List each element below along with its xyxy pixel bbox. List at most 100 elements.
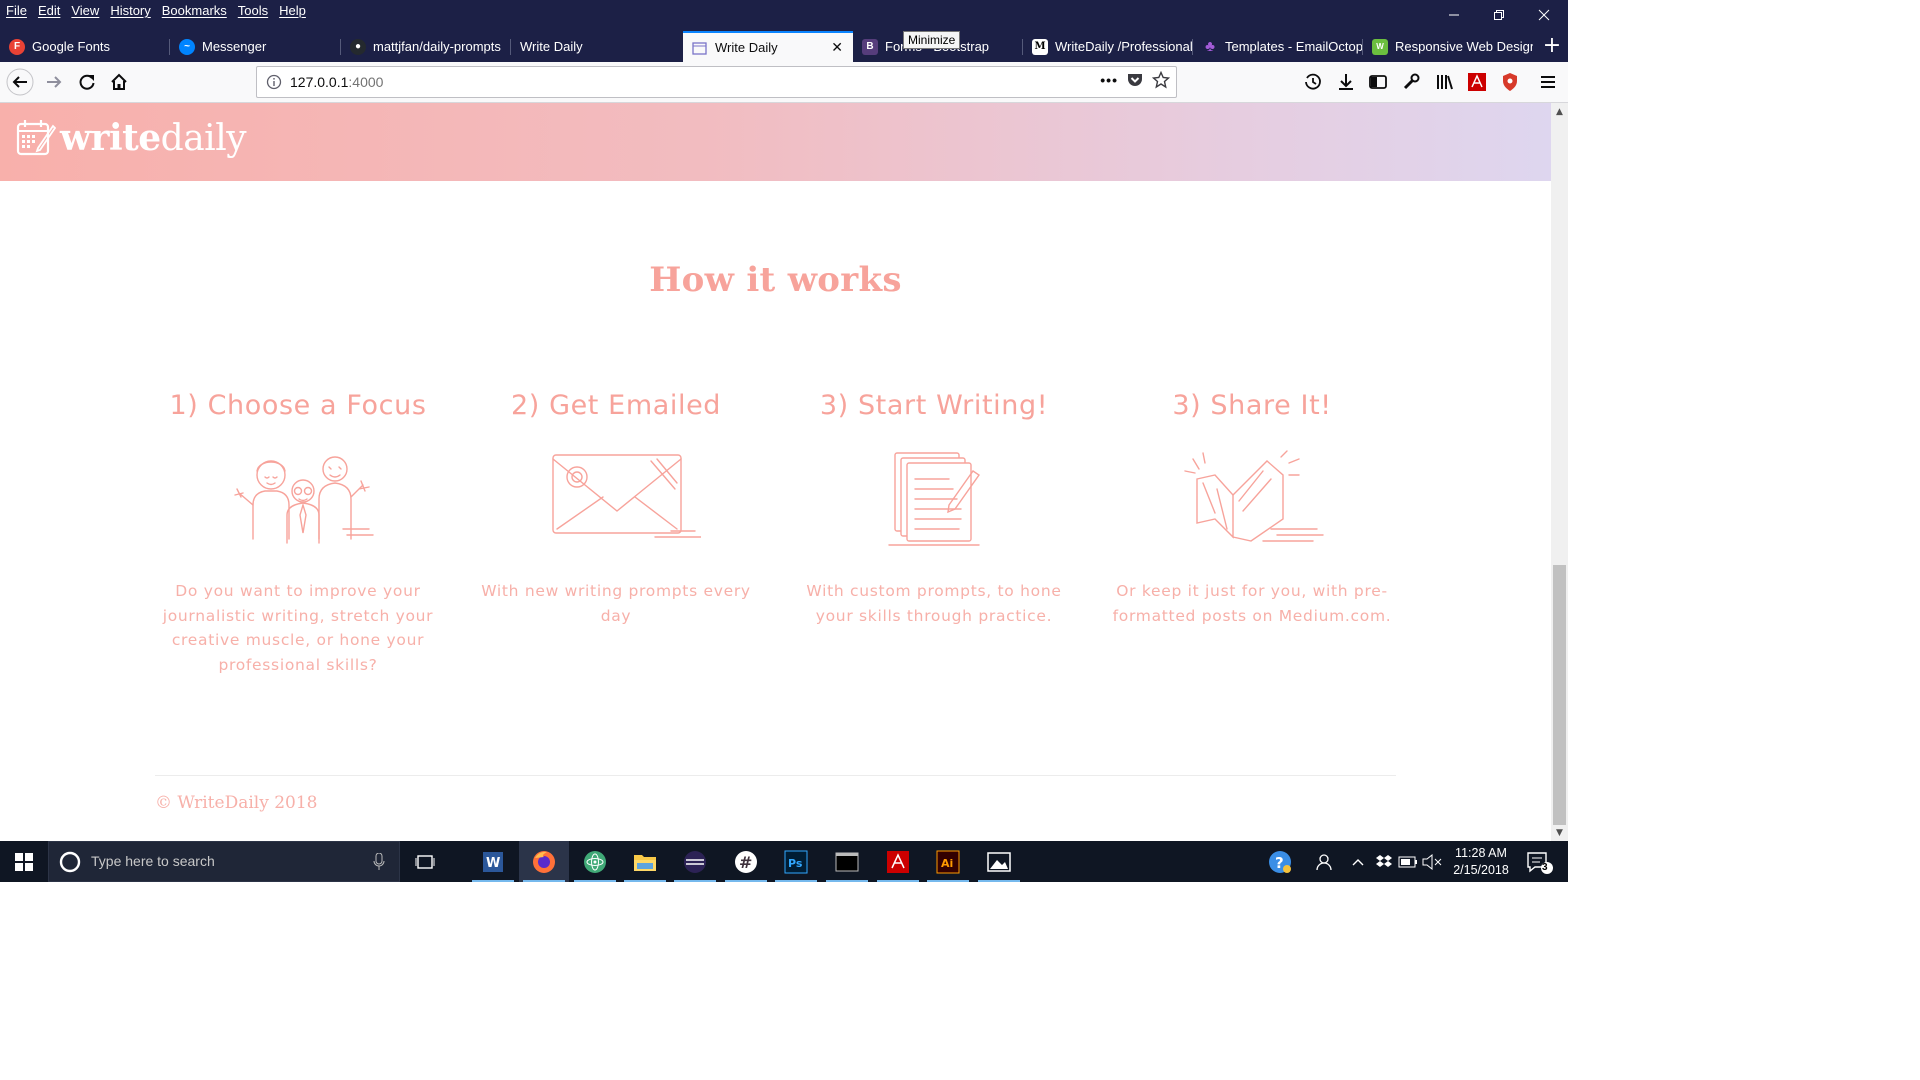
info-icon[interactable]	[266, 74, 282, 93]
arrow-right-icon	[47, 76, 62, 88]
tab-label: Write Daily	[715, 40, 778, 55]
taskbar-file-explorer[interactable]	[620, 841, 670, 882]
action-center-button[interactable]: 3	[1520, 841, 1560, 882]
taskbar-photos[interactable]	[974, 841, 1024, 882]
bootstrap-icon: B	[862, 38, 878, 55]
bookmark-star-icon[interactable]	[1152, 71, 1170, 89]
taskbar-word[interactable]: W	[468, 841, 518, 882]
taskbar-slack[interactable]: #	[721, 841, 771, 882]
dropbox-tray-item[interactable]	[1373, 841, 1395, 882]
step-description: Or keep it just for you, with pre-format…	[1112, 582, 1392, 625]
taskbar-eclipse[interactable]	[670, 841, 720, 882]
menu-history[interactable]: History	[110, 3, 150, 18]
forward-button[interactable]	[40, 68, 68, 96]
scrollbar-thumb[interactable]	[1553, 565, 1566, 825]
tab-medium[interactable]: M WriteDaily /Professional	[1023, 31, 1193, 62]
notepad-icon	[888, 452, 980, 546]
taskbar: Type here to search W # Ps Ai ? 11:28 AM…	[0, 841, 1568, 882]
main-menu-button[interactable]	[1534, 68, 1562, 96]
history-button[interactable]	[1299, 68, 1327, 96]
sidebar-icon	[1369, 75, 1387, 89]
tab-emailoctopus[interactable]: ♣ Templates - EmailOctopus	[1193, 31, 1363, 62]
menu-items: File Edit View History Bookmarks Tools H…	[6, 3, 317, 18]
help-tray-item[interactable]: ?	[1266, 841, 1294, 882]
web-page: writedaily How it works 1) Choose a Focu…	[0, 103, 1551, 841]
taskbar-firefox[interactable]	[519, 841, 569, 882]
tab-github[interactable]: ● mattjfan/daily-prompts	[341, 31, 511, 62]
url-port: :4000	[348, 74, 384, 90]
tab-label: mattjfan/daily-prompts	[373, 39, 501, 54]
minimize-button[interactable]	[1431, 0, 1477, 29]
address-bar-actions: •••	[1100, 71, 1170, 89]
sidebar-button[interactable]	[1364, 68, 1392, 96]
menu-view[interactable]: View	[71, 3, 99, 18]
developer-tools-button[interactable]	[1397, 68, 1425, 96]
back-button[interactable]	[6, 68, 34, 96]
taskbar-atom[interactable]	[570, 841, 620, 882]
close-window-button[interactable]	[1521, 0, 1567, 29]
battery-tray-item[interactable]	[1397, 841, 1419, 882]
tab-google-fonts[interactable]: F Google Fonts	[0, 31, 170, 62]
tab-write-daily-active[interactable]: Write Daily ✕	[683, 31, 853, 62]
step-description: With custom prompts, to hone your skills…	[806, 582, 1062, 625]
svg-text:?: ?	[1275, 854, 1284, 872]
page-actions-icon[interactable]: •••	[1100, 72, 1118, 88]
search-placeholder: Type here to search	[91, 853, 215, 869]
restore-button[interactable]	[1476, 0, 1522, 29]
history-icon	[1305, 73, 1321, 90]
tab-responsive-web-design[interactable]: W Responsive Web Design	[1363, 31, 1533, 62]
downloads-button[interactable]	[1332, 68, 1360, 96]
people-tray-item[interactable]	[1310, 841, 1336, 882]
tab-label: Google Fonts	[32, 39, 111, 54]
site-logo[interactable]: writedaily	[16, 117, 247, 159]
taskbar-photoshop[interactable]: Ps	[771, 841, 821, 882]
tab-label: Responsive Web Design	[1395, 39, 1533, 54]
page-scrollbar[interactable]: ▲ ▼	[1551, 103, 1568, 841]
tab-write-daily[interactable]: Write Daily	[511, 31, 683, 62]
tab-label: WriteDaily /Professional	[1055, 39, 1193, 54]
scroll-down-icon[interactable]: ▼	[1551, 824, 1568, 841]
google-fonts-icon: F	[9, 38, 25, 55]
calendar-pen-icon	[16, 120, 56, 156]
menu-bookmarks[interactable]: Bookmarks	[162, 3, 227, 18]
start-button[interactable]	[0, 841, 48, 882]
scroll-up-icon[interactable]: ▲	[1551, 103, 1568, 120]
menu-tools[interactable]: Tools	[238, 3, 268, 18]
taskbar-terminal[interactable]	[822, 841, 872, 882]
step-title: 3) Start Writing!	[819, 390, 1049, 421]
pocket-icon[interactable]	[1126, 71, 1144, 89]
menu-edit[interactable]: Edit	[38, 3, 60, 18]
reload-button[interactable]	[73, 68, 101, 96]
tab-messenger[interactable]: ~ Messenger	[170, 31, 341, 62]
acrobat-button[interactable]	[1463, 68, 1491, 96]
svg-text:W: W	[486, 856, 500, 871]
taskbar-illustrator[interactable]: Ai	[923, 841, 973, 882]
step-choose-focus: 1) Choose a Focus Do you want to improve…	[158, 390, 438, 677]
new-tab-button[interactable]: +	[1536, 29, 1568, 62]
svg-text:Ai: Ai	[941, 857, 953, 870]
microphone-icon[interactable]	[373, 853, 385, 871]
atom-icon	[584, 850, 606, 873]
hamburger-menu-icon	[1541, 76, 1555, 88]
volume-tray-item[interactable]	[1421, 841, 1443, 882]
home-button[interactable]	[105, 68, 133, 96]
menu-help[interactable]: Help	[279, 3, 306, 18]
step-description: Do you want to improve your journalistic…	[162, 582, 434, 674]
tab-label: Messenger	[202, 39, 267, 54]
address-bar[interactable]: 127.0.0.1:4000 •••	[256, 66, 1177, 98]
task-view-button[interactable]	[400, 841, 450, 882]
taskbar-acrobat[interactable]	[873, 841, 923, 882]
tooltip: Minimize	[903, 31, 961, 49]
shield-extension-button[interactable]	[1496, 68, 1524, 96]
windows-logo-icon	[15, 852, 33, 871]
close-tab-icon[interactable]: ✕	[831, 39, 843, 56]
logo-text-bold: write	[60, 117, 161, 159]
taskbar-search[interactable]: Type here to search	[48, 841, 400, 882]
task-view-icon	[415, 854, 435, 869]
web-design-icon: W	[1372, 38, 1388, 55]
menu-file[interactable]: File	[6, 3, 27, 18]
show-hidden-icons[interactable]	[1348, 841, 1368, 882]
notifications-icon	[1527, 851, 1553, 874]
library-button[interactable]	[1430, 68, 1458, 96]
system-clock[interactable]: 11:28 AM 2/15/2018	[1446, 845, 1516, 879]
